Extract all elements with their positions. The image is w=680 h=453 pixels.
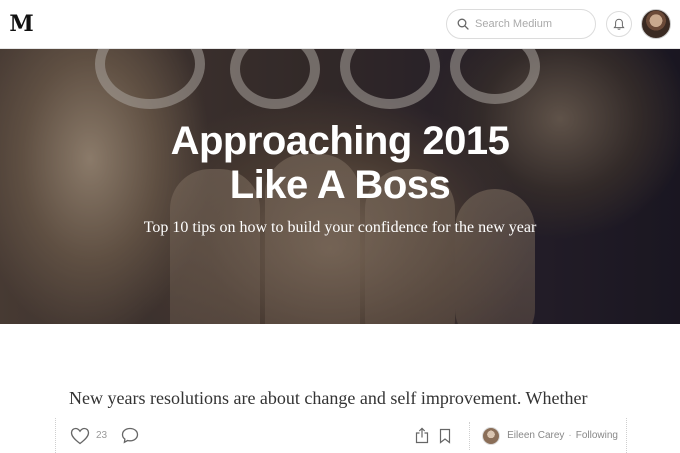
share-icon [416,427,429,444]
search-input[interactable] [475,18,585,30]
recommend-button[interactable] [70,427,90,445]
top-right-tools [446,9,671,39]
author-separator: · [568,430,572,441]
article-lead-paragraph: New years resolutions are about change a… [69,388,588,408]
notifications-button[interactable] [606,11,632,37]
bell-icon [613,18,625,30]
bookmark-button[interactable] [439,428,451,444]
medium-logo[interactable]: M [9,11,33,37]
search-icon [457,18,469,30]
user-avatar[interactable] [641,9,671,39]
share-button[interactable] [415,427,429,444]
search-box[interactable] [446,9,596,39]
response-button[interactable] [121,427,139,444]
comment-icon [121,427,139,444]
heart-icon [70,427,90,444]
author-avatar[interactable] [482,426,501,445]
follow-status-button[interactable]: Following [576,430,618,441]
engagement-actions: 23 [70,427,139,445]
recommend-count: 23 [96,430,108,441]
top-navigation-bar: M [0,0,680,49]
share-and-author: Eileen Carey · Following [415,421,626,450]
author-name[interactable]: Eileen Carey [507,430,564,441]
article-action-bar: 23 Eileen Carey · Following [55,418,627,453]
article-title: Approaching 2015 Like A Boss [0,119,680,207]
article-title-line-1: Approaching 2015 [170,119,510,163]
hero-image: Approaching 2015 Like A Boss Top 10 tips… [0,49,680,324]
article-title-line-2: Like A Boss [229,163,451,207]
action-divider [469,421,471,450]
bookmark-icon [440,428,451,444]
article-subtitle: Top 10 tips on how to build your confide… [143,219,537,236]
